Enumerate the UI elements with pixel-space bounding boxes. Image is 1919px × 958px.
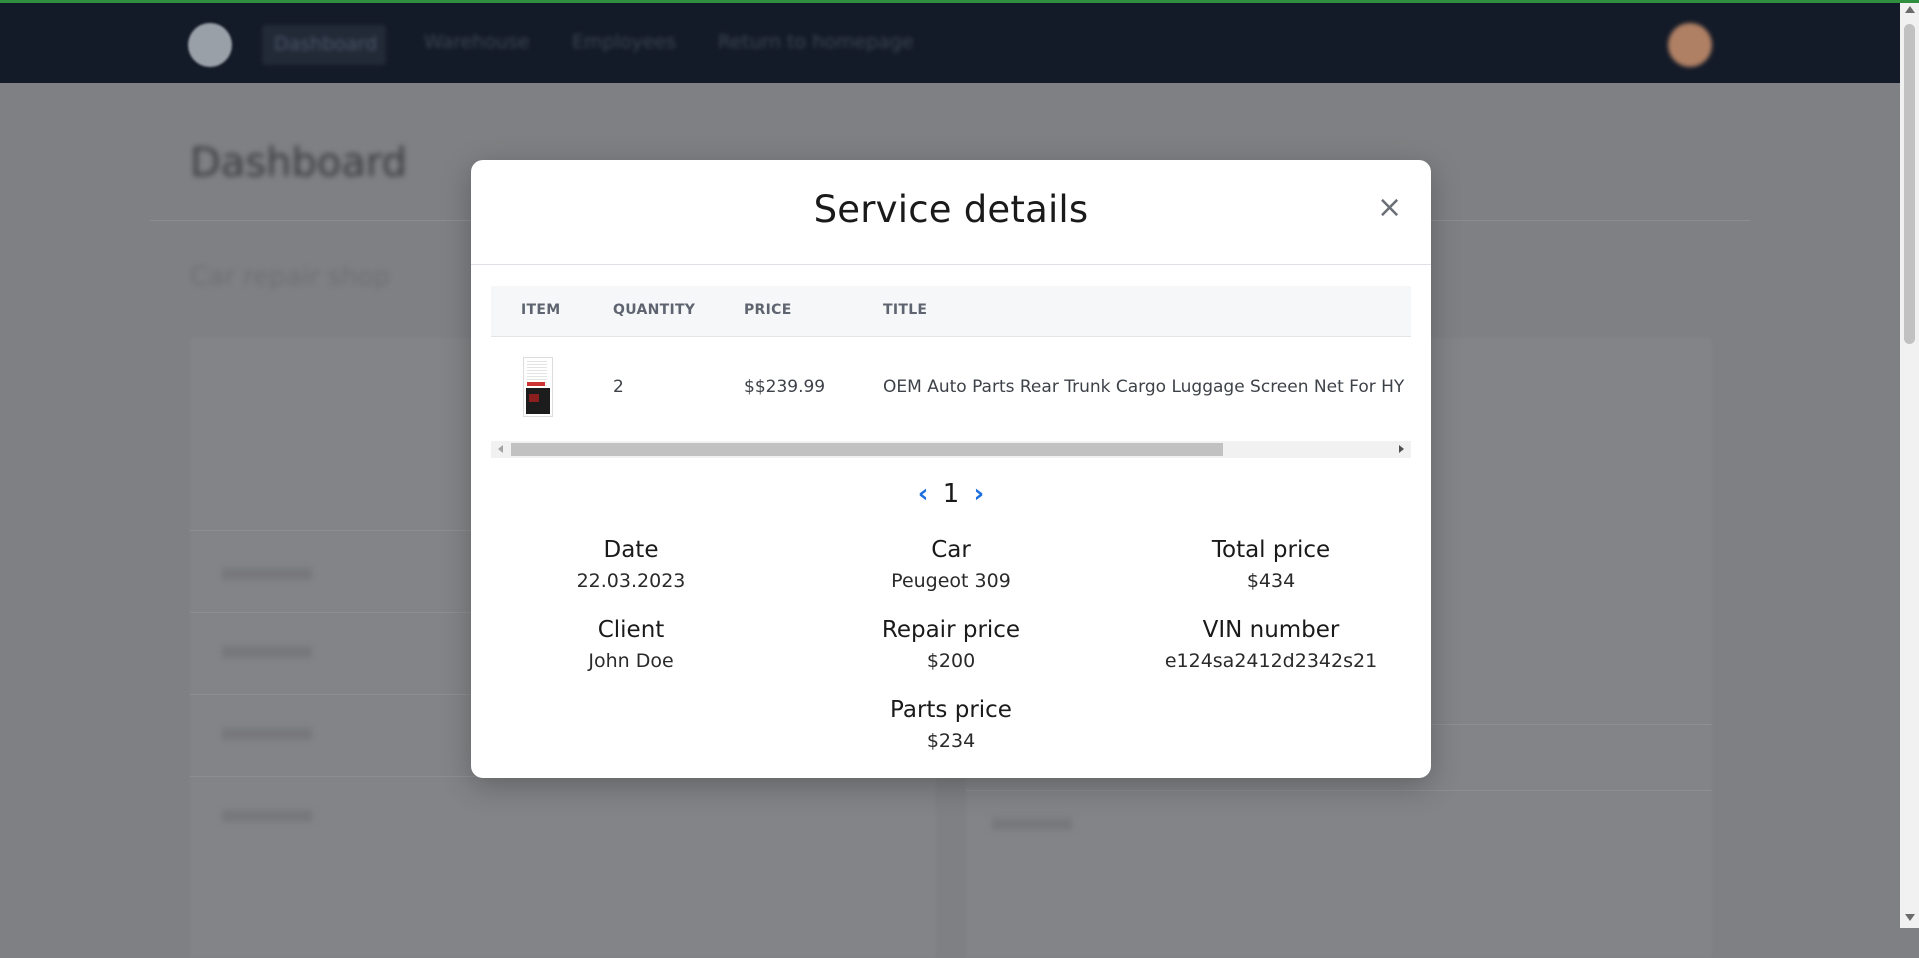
detail-car: Car Peugeot 309 — [791, 537, 1111, 592]
scroll-down-icon[interactable] — [1905, 914, 1915, 921]
parts-table: ITEM QUANTITY PRICE TITLE 2 $$239.99 OEM… — [491, 286, 1411, 458]
logo-icon[interactable] — [188, 23, 232, 67]
table-horizontal-scrollbar[interactable] — [491, 441, 1411, 458]
scroll-right-icon[interactable] — [1399, 445, 1404, 453]
bg-cell — [222, 646, 312, 658]
detail-value: $234 — [926, 730, 976, 752]
row-price: $$239.99 — [744, 377, 826, 397]
bg-cell — [222, 810, 312, 822]
table-row: 2 $$239.99 OEM Auto Parts Rear Trunk Car… — [491, 337, 1411, 437]
detail-repair-price: Repair price $200 — [791, 617, 1111, 672]
detail-label: Client — [597, 617, 665, 643]
service-details-modal: Service details × ITEM QUANTITY PRICE TI… — [471, 160, 1431, 778]
header-quantity: QUANTITY — [613, 302, 696, 318]
detail-label: Parts price — [890, 697, 1012, 723]
nav-warehouse[interactable]: Warehouse — [424, 31, 530, 53]
next-page-icon[interactable]: › — [970, 479, 989, 509]
nav-dashboard[interactable]: Dashboard — [262, 25, 386, 65]
bg-cell — [992, 818, 1072, 830]
detail-label: Total price — [1211, 537, 1331, 563]
nav-employees[interactable]: Employees — [572, 31, 676, 53]
modal-title: Service details — [813, 188, 1089, 231]
row-quantity: 2 — [613, 377, 624, 397]
bg-cell — [222, 728, 312, 740]
detail-value: $200 — [926, 650, 976, 672]
current-page: 1 — [942, 478, 960, 509]
bg-cell — [222, 568, 312, 580]
detail-total-price: Total price $434 — [1111, 537, 1431, 592]
detail-value: $434 — [1246, 570, 1296, 592]
nav-return-homepage[interactable]: Return to homepage — [718, 31, 914, 53]
detail-parts-price: Parts price $234 — [791, 697, 1111, 752]
close-icon[interactable]: × — [1377, 193, 1402, 223]
page-subtitle: Car repair shop — [190, 262, 391, 292]
header-title: TITLE — [883, 302, 928, 318]
row-title: OEM Auto Parts Rear Trunk Cargo Luggage … — [883, 377, 1405, 397]
pagination: ‹ 1 › — [471, 478, 1431, 509]
detail-client: Client John Doe — [471, 617, 791, 672]
scroll-up-icon[interactable] — [1905, 6, 1915, 13]
detail-label: Car — [931, 537, 971, 563]
detail-label: Repair price — [881, 617, 1021, 643]
scroll-thumb[interactable] — [1904, 24, 1915, 344]
modal-divider — [471, 264, 1431, 265]
scroll-left-icon[interactable] — [498, 445, 503, 453]
part-image — [523, 357, 553, 417]
detail-date: Date 22.03.2023 — [471, 537, 791, 592]
detail-vin-number: VIN number e124sa2412d2342s21 — [1111, 617, 1431, 672]
top-navbar: Dashboard Warehouse Employees Return to … — [0, 3, 1900, 83]
detail-label: Date — [603, 537, 659, 563]
table-header: ITEM QUANTITY PRICE TITLE — [491, 286, 1411, 337]
page-title: Dashboard — [190, 140, 408, 186]
detail-label: VIN number — [1202, 617, 1340, 643]
page-vertical-scrollbar[interactable] — [1900, 0, 1919, 928]
loading-bar — [0, 0, 1919, 3]
scroll-thumb[interactable] — [511, 443, 1223, 456]
bg-divider — [966, 790, 1712, 791]
detail-value: John Doe — [588, 650, 674, 672]
prev-page-icon[interactable]: ‹ — [914, 479, 933, 509]
header-price: PRICE — [744, 302, 792, 318]
detail-value: Peugeot 309 — [891, 570, 1011, 592]
detail-value: e124sa2412d2342s21 — [1164, 650, 1378, 672]
header-item: ITEM — [521, 302, 561, 318]
detail-value: 22.03.2023 — [576, 570, 686, 592]
avatar[interactable] — [1668, 23, 1712, 67]
